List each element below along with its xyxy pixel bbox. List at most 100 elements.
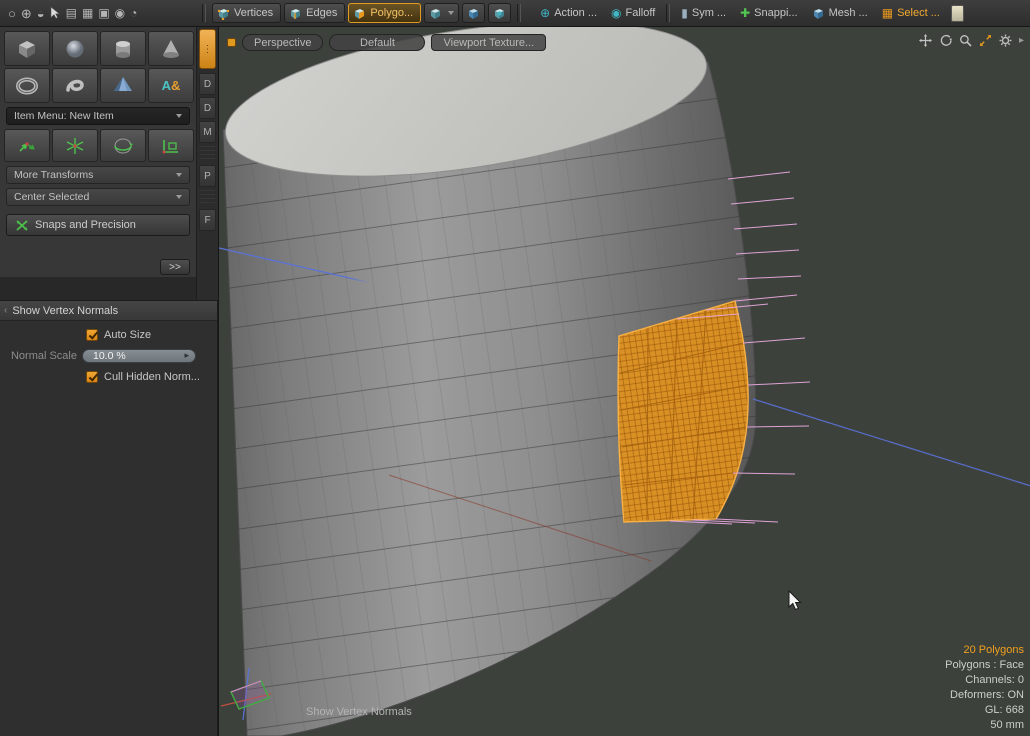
info-row: Channels: 0 [945, 673, 1024, 688]
selection-count: 20 Polygons [945, 643, 1024, 658]
overlap-panes-icon[interactable]: ▣ [98, 7, 109, 19]
gem-primitive-button[interactable] [100, 68, 146, 103]
normal-scale-input[interactable]: 10.0 % ▸ [82, 349, 196, 363]
panel-arrow-icon[interactable]: ▸ [1019, 35, 1024, 46]
shell-primitive-button[interactable] [52, 68, 98, 103]
chevron-down-icon [448, 11, 454, 15]
transform-axis-button[interactable] [52, 129, 98, 162]
snaps-label: Snaps and Precision [35, 219, 136, 231]
symmetry-icon: ▮ [681, 7, 688, 19]
tool-palette: A& Item Menu: New Item [0, 27, 196, 277]
active-vertical-tab[interactable]: ⋮ [199, 29, 216, 69]
tool-label: Select ... [897, 7, 940, 19]
cursor-icon[interactable] [50, 6, 61, 21]
symmetry-tool[interactable]: ▮ Sym ... [674, 2, 733, 24]
tool-label: Snappi... [754, 7, 797, 19]
globe-icon[interactable]: ⊕ [21, 7, 32, 20]
auto-size-checkbox[interactable] [86, 329, 98, 341]
torus-icon [15, 75, 39, 97]
mode-label: Edges [306, 7, 337, 19]
snapping-icon: ✚ [740, 7, 750, 19]
scale-tool-icon [158, 135, 184, 157]
viewport-3d-scene[interactable] [219, 27, 1030, 736]
cube-vertices-icon [217, 7, 230, 20]
pan-icon[interactable] [919, 34, 932, 47]
viewport-header: Perspective Default Viewport Texture... [227, 34, 546, 51]
sphere-icon [63, 38, 87, 60]
select-icon: ▦ [882, 7, 893, 19]
text-tool-button[interactable]: A& [148, 68, 194, 103]
mode-vertices-button[interactable]: Vertices [212, 3, 281, 23]
chevron-down-icon [176, 173, 182, 177]
cull-hidden-checkbox[interactable] [86, 371, 98, 383]
item-cube-icon [467, 7, 480, 20]
tool-properties-header[interactable]: ‹ Show Vertex Normals [0, 301, 217, 321]
zoom-icon[interactable] [959, 34, 972, 47]
item-mode-button[interactable] [462, 3, 485, 23]
vertical-tab-d1[interactable]: D [199, 73, 216, 95]
grid-panes-icon[interactable]: ▦ [82, 7, 93, 19]
cube-primitive-button[interactable] [4, 31, 50, 66]
chevron-down-icon [176, 114, 182, 118]
gear-icon[interactable] [999, 34, 1012, 47]
more-transforms-dropdown[interactable]: More Transforms [6, 166, 190, 184]
select-tool[interactable]: ▦ Select ... [875, 2, 947, 24]
vertical-tab-m[interactable]: M [199, 121, 216, 143]
expand-panel-button[interactable]: >> [160, 259, 190, 275]
mesh-cube-icon [812, 7, 825, 20]
cylinder-icon [111, 38, 135, 60]
cube-icon [429, 7, 442, 20]
center-selected-dropdown[interactable]: Center Selected [6, 188, 190, 206]
toolbar-separator [517, 4, 521, 22]
split-panes-icon[interactable]: ▤ [66, 7, 77, 19]
cone-primitive-button[interactable] [148, 31, 194, 66]
shading-mode-pill[interactable]: Default [329, 34, 425, 51]
transform-rotate-button[interactable] [100, 129, 146, 162]
transform-scale-button[interactable] [148, 129, 194, 162]
text-tool-icon: A& [162, 78, 181, 93]
center-mode-button[interactable] [488, 3, 511, 23]
transform-move-button[interactable] [4, 129, 50, 162]
snapping-tool[interactable]: ✚ Snappi... [733, 2, 804, 24]
slider-arrow-icon: ▸ [184, 350, 189, 361]
falloff-tool[interactable]: ◉ Falloff [604, 2, 662, 24]
tool-properties-title: Show Vertex Normals [12, 305, 118, 317]
center-cube-icon [493, 7, 506, 20]
gem-icon [111, 75, 135, 97]
mode-edges-button[interactable]: Edges [284, 3, 345, 23]
item-menu-dropdown[interactable]: Item Menu: New Item [6, 107, 190, 125]
torus-primitive-button[interactable] [4, 68, 50, 103]
shell-icon [63, 75, 87, 97]
vertical-tab-p[interactable]: P [199, 165, 216, 187]
clock-icon[interactable]: ◔ [130, 7, 137, 19]
tool-properties-panel: ‹ Show Vertex Normals Auto Size Normal S… [0, 300, 218, 736]
tool-label: Falloff [626, 7, 656, 19]
snaps-and-precision-button[interactable]: Snaps and Precision [6, 214, 190, 236]
mode-polygons-button[interactable]: Polygo... [348, 3, 421, 23]
item-menu-label: Item Menu: New Item [14, 110, 114, 122]
left-sidebar: A& Item Menu: New Item [0, 27, 218, 736]
info-row: Polygons : Face [945, 658, 1024, 673]
viewport-menu-dot-icon[interactable] [227, 38, 236, 47]
viewport-texture-pill[interactable]: Viewport Texture... [431, 34, 546, 51]
ellipse-icon[interactable]: ○ [8, 7, 16, 20]
clipped-toolbar-icon[interactable] [951, 5, 964, 22]
top-toolbar: ○ ⊕ ◒ ▤ ▦ ▣ ◉ ◔ Vertices Edges Po [0, 0, 1030, 27]
rotate-view-icon[interactable] [939, 34, 952, 47]
vertical-tab-strip: ⋮ D D M P F [196, 27, 218, 300]
vertical-tab-f[interactable]: F [199, 209, 216, 231]
perspective-pill[interactable]: Perspective [242, 34, 323, 51]
mode-dropdown-button[interactable] [424, 3, 459, 23]
drop-icon[interactable]: ◒ [37, 7, 45, 20]
sphere-primitive-button[interactable] [52, 31, 98, 66]
mesh-ops-tool[interactable]: Mesh ... [805, 2, 875, 24]
selected-polygons[interactable] [618, 301, 748, 522]
action-center-tool[interactable]: ⊕ Action ... [533, 2, 604, 24]
tab-divider [200, 146, 215, 162]
maximize-icon[interactable] [979, 34, 992, 47]
cylinder-primitive-button[interactable] [100, 31, 146, 66]
target-icon[interactable]: ◉ [115, 7, 125, 19]
vertical-tab-d2[interactable]: D [199, 97, 216, 119]
info-row: Deformers: ON [945, 688, 1024, 703]
normal-scale-value: 10.0 % [93, 350, 126, 362]
